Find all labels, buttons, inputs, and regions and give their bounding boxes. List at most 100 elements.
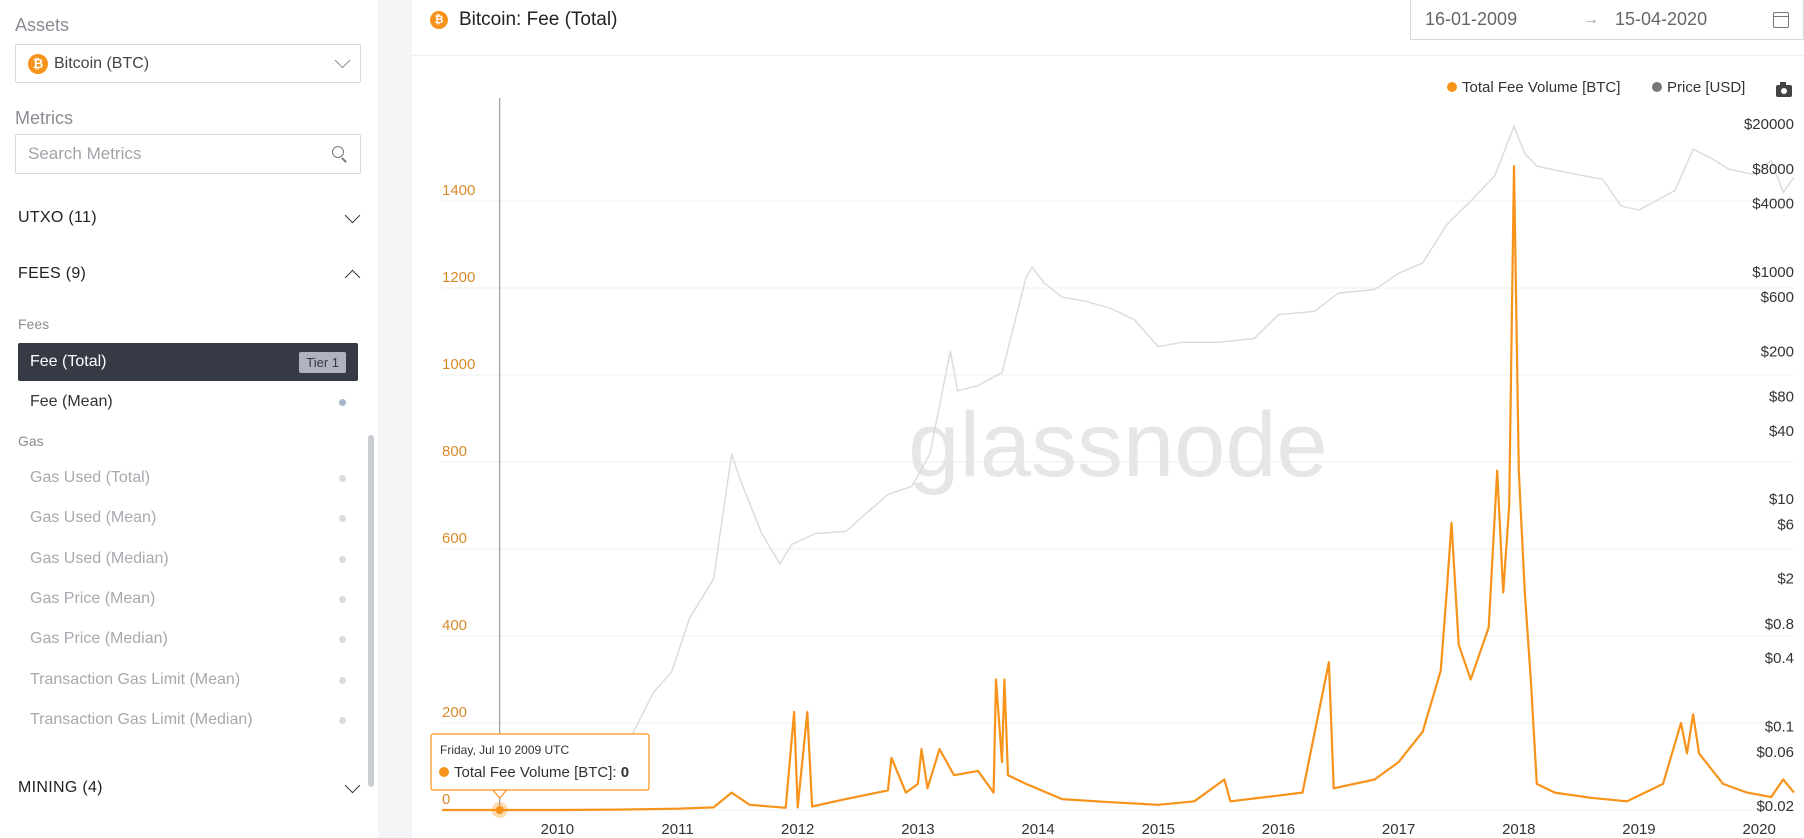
y-right-tick-label: $2	[1777, 571, 1794, 588]
tier-badge: Tier 1	[299, 351, 346, 373]
camera-icon[interactable]	[1776, 82, 1792, 97]
metric-fee-total[interactable]: Fee (Total) Tier 1	[18, 343, 358, 381]
asset-select-value: Bitcoin (BTC)	[54, 54, 150, 72]
calendar-icon[interactable]	[1773, 11, 1789, 28]
chart-panel: ₿ Bitcoin: Fee (Total) 16-01-2009 → 15-0…	[412, 0, 1804, 838]
bitcoin-icon: ₿	[28, 53, 48, 74]
chevron-down-icon	[344, 777, 361, 793]
legend-price-marker	[1652, 82, 1662, 92]
y-right-tick-label: $80	[1769, 389, 1794, 406]
tooltip-arrow	[491, 789, 509, 799]
tooltip-series: Total Fee Volume [BTC]: 0	[454, 764, 629, 781]
camera-lens	[1781, 88, 1787, 94]
tier-dot-icon	[339, 398, 346, 406]
metrics-label: Metrics	[15, 108, 73, 128]
y-left-tick-label: 400	[442, 617, 467, 634]
chevron-down-icon	[334, 52, 351, 69]
y-left-tick-label: 600	[442, 530, 467, 547]
asset-select[interactable]: ₿ Bitcoin (BTC)	[15, 44, 361, 83]
group-fees[interactable]: FEES (9)	[18, 260, 361, 288]
group-utxo[interactable]: UTXO (11)	[18, 204, 361, 232]
date-range-picker[interactable]: 16-01-2009 → 15-04-2020	[1410, 0, 1804, 40]
tier-dot-icon	[339, 635, 346, 643]
x-tick-label: 2017	[1382, 821, 1415, 838]
x-tick-label: 2010	[541, 821, 574, 838]
search-icon[interactable]	[332, 146, 348, 162]
chevron-up-icon	[344, 269, 361, 285]
metric-label: Transaction Gas Limit (Median)	[30, 711, 253, 728]
date-from[interactable]: 16-01-2009	[1425, 9, 1517, 30]
y-right-tick-label: $4000	[1752, 195, 1794, 212]
metric-label: Gas Used (Total)	[30, 469, 151, 486]
chart-title-text: Bitcoin: Fee (Total)	[459, 9, 618, 30]
metric-label: Transaction Gas Limit (Mean)	[30, 671, 241, 688]
x-tick-label: 2013	[901, 821, 934, 838]
tier-dot-icon	[339, 676, 346, 684]
metric-label: Gas Used (Mean)	[30, 509, 157, 526]
panel-header: ₿ Bitcoin: Fee (Total) 16-01-2009 → 15-0…	[412, 0, 1804, 56]
y-right-tick-label: $200	[1761, 343, 1794, 360]
assets-label: Assets	[15, 15, 70, 35]
tier-dot-icon	[339, 474, 346, 482]
metric-gas-price-mean[interactable]: Gas Price (Mean)	[18, 580, 358, 618]
metric-gas-price-median[interactable]: Gas Price (Median)	[18, 620, 358, 658]
y-right-tick-label: $8000	[1752, 161, 1794, 178]
y-left-tick-label: 800	[442, 443, 467, 460]
metric-label: Gas Price (Mean)	[30, 590, 156, 607]
metric-label: Gas Used (Median)	[30, 550, 169, 567]
y-right-tick-label: $0.02	[1756, 798, 1794, 815]
chart-svg[interactable]: 0 200 400 600 800 1000 1200 1400 glassnode $20000…	[412, 56, 1804, 838]
x-tick-label: 2018	[1502, 821, 1535, 838]
tooltip-value: 0	[621, 764, 629, 781]
legend-fee-marker	[1447, 82, 1457, 92]
y-right-tick-label: $10	[1769, 491, 1794, 508]
y-right-tick-label: $40	[1769, 423, 1794, 440]
tier-dot-icon	[339, 514, 346, 522]
y-left-tick-label: 200	[442, 704, 467, 721]
group-utxo-label: UTXO (11)	[18, 209, 97, 226]
chart-area[interactable]: 0 200 400 600 800 1000 1200 1400 glassnode $20000…	[412, 56, 1804, 838]
metric-tx-gas-limit-median[interactable]: Transaction Gas Limit (Median)	[18, 701, 358, 739]
metric-gas-used-total[interactable]: Gas Used (Total)	[18, 459, 358, 497]
x-tick-label: 2014	[1021, 821, 1054, 838]
metric-fee-mean[interactable]: Fee (Mean)	[18, 383, 358, 421]
metric-gas-used-median[interactable]: Gas Used (Median)	[18, 540, 358, 578]
search-metrics-input[interactable]	[28, 144, 332, 164]
metric-gas-used-mean[interactable]: Gas Used (Mean)	[18, 499, 358, 537]
group-mining[interactable]: MINING (4)	[18, 774, 361, 802]
fees-subheading: Fees	[18, 316, 50, 332]
camera-top	[1780, 82, 1786, 86]
legend-fee-label: Total Fee Volume [BTC]	[1462, 79, 1620, 96]
metric-label: Fee (Total)	[30, 353, 107, 370]
x-tick-label: 2019	[1622, 821, 1655, 838]
metric-tx-gas-limit-mean[interactable]: Transaction Gas Limit (Mean)	[18, 661, 358, 699]
gas-subheading: Gas	[18, 433, 44, 449]
metric-label: Fee (Mean)	[30, 393, 113, 410]
sidebar-scrollbar[interactable]	[368, 435, 374, 787]
hover-point	[495, 806, 504, 814]
group-mining-label: MINING (4)	[18, 779, 103, 796]
y-right-tick-label: $0.8	[1765, 616, 1794, 633]
tooltip: Friday, Jul 10 2009 UTC Total Fee Volume …	[430, 733, 650, 799]
date-to[interactable]: 15-04-2020	[1615, 9, 1707, 30]
y-right-tick-label: $600	[1761, 289, 1794, 306]
y-right-tick-label: $20000	[1744, 116, 1794, 133]
y-left-tick-label: 1200	[442, 269, 475, 286]
tooltip-date: Friday, Jul 10 2009 UTC	[440, 743, 569, 757]
y-right-tick-label: $6	[1777, 516, 1794, 533]
x-tick-label: 2011	[661, 821, 693, 838]
x-tick-label: 2015	[1142, 821, 1175, 838]
y-right-tick-label: $1000	[1752, 264, 1794, 281]
y-left-tick-label: 0	[442, 791, 450, 808]
chart-title: ₿ Bitcoin: Fee (Total)	[430, 9, 617, 31]
bitcoin-icon: ₿	[430, 11, 448, 29]
tier-dot-icon	[339, 716, 346, 724]
metric-label: Gas Price (Median)	[30, 630, 168, 647]
y-left-tick-label: 1400	[442, 182, 475, 199]
tier-dot-icon	[339, 595, 346, 603]
search-metrics-field[interactable]	[15, 134, 361, 174]
y-right-tick-label: $0.1	[1765, 719, 1794, 736]
legend-price-label: Price [USD]	[1667, 79, 1745, 96]
watermark-text: glassnode	[908, 394, 1327, 496]
x-tick-label: 2020	[1742, 821, 1775, 838]
